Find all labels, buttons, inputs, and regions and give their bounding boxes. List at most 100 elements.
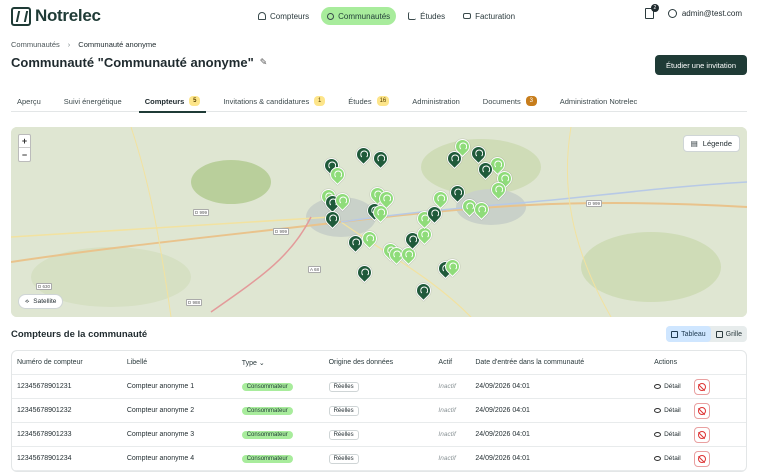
zoom-control: + − [18, 134, 31, 162]
detail-button[interactable]: Détail [654, 407, 681, 414]
active-status: Inactif [438, 407, 456, 414]
entry-date: 24/09/2026 04:01 [475, 407, 530, 414]
app-name: Notrelec [35, 6, 101, 25]
entry-date: 24/09/2026 04:01 [475, 431, 530, 438]
detail-label: Détail [664, 383, 681, 390]
remove-button[interactable] [693, 426, 710, 443]
zoom-in-button[interactable]: + [19, 135, 30, 148]
table-row: 12345678901233 Compteur anonyme 3 Consom… [12, 423, 746, 447]
tab-etudes[interactable]: Études 16 [342, 90, 395, 112]
meter-number: 12345678901233 [17, 431, 72, 438]
breadcrumb: Communautés › Communauté anonyme [11, 40, 156, 49]
user-menu[interactable]: admin@test.com [667, 9, 742, 18]
meter-label: Compteur anonyme 3 [126, 431, 195, 438]
tab-suivi-energetique[interactable]: Suivi énergétique [58, 90, 128, 112]
tab-badge: 1 [314, 96, 326, 106]
table-header-row: Numéro de compteur Libellé Type ⌄ Origin… [12, 351, 746, 375]
meter-label: Compteur anonyme 2 [126, 407, 195, 414]
main-nav: Compteurs Communautés Études Facturation [252, 7, 521, 25]
nav-label: Études [420, 11, 446, 21]
type-badge: Consommateur [241, 406, 293, 415]
user-icon [667, 9, 677, 18]
user-email: admin@test.com [681, 9, 742, 18]
detail-button[interactable]: Détail [654, 431, 681, 438]
column-header[interactable]: Libellé [127, 359, 242, 366]
view-table-label: Tableau [681, 330, 706, 338]
documents-icon[interactable]: 2 [644, 4, 659, 19]
active-status: Inactif [438, 383, 456, 390]
nav-label: Compteurs [270, 11, 310, 21]
ban-icon [697, 406, 706, 415]
type-badge: Consommateur [241, 454, 293, 463]
tab-invitations[interactable]: Invitations & candidatures 1 [217, 90, 331, 112]
nav-item-compteurs[interactable]: Compteurs [252, 7, 315, 25]
meter-number: 12345678901231 [17, 383, 72, 390]
type-badge: Consommateur [241, 382, 293, 391]
meter-number: 12345678901234 [17, 455, 72, 462]
nav-item-etudes[interactable]: Études [402, 7, 451, 25]
tab-documents[interactable]: Documents 3 [477, 90, 543, 112]
tab-badge: 5 [189, 96, 201, 106]
view-table-button[interactable]: Tableau [666, 326, 711, 342]
satellite-label: Satellite [33, 298, 57, 305]
legend-button[interactable]: ▤ Légende [682, 135, 740, 152]
breadcrumb-root[interactable]: Communautés [11, 40, 60, 49]
column-header[interactable]: Origine des données [329, 359, 439, 366]
row-actions: Détail [654, 402, 746, 419]
road-label: A 68 [308, 266, 322, 273]
column-header[interactable]: Actif [438, 359, 475, 366]
remove-button[interactable] [693, 402, 710, 419]
nav-item-facturation[interactable]: Facturation [457, 7, 521, 25]
remove-button[interactable] [693, 450, 710, 467]
tab-administration[interactable]: Administration [406, 90, 466, 112]
table-row: 12345678901232 Compteur anonyme 2 Consom… [12, 399, 746, 423]
column-header-type[interactable]: Type ⌄ [242, 359, 329, 367]
meter-type: Consommateur [241, 406, 329, 415]
remove-button[interactable] [693, 378, 710, 395]
column-header[interactable]: Numéro de compteur [12, 359, 127, 366]
view-grid-button[interactable]: Grille [711, 326, 747, 342]
edit-pencil-icon[interactable]: ✎ [260, 57, 268, 68]
nav-item-communautes[interactable]: Communautés [321, 7, 397, 25]
meter-label: Compteur anonyme 1 [126, 383, 195, 390]
meter-type: Consommateur [241, 430, 329, 439]
row-actions: Détail [654, 378, 746, 395]
breadcrumb-current: Communauté anonyme [78, 40, 157, 49]
title-row: Communauté "Communauté anonyme" ✎ [11, 55, 267, 70]
tab-label: Études [348, 96, 372, 106]
meters-map[interactable]: D 999 D 999 D 999 A 68 D 630 D 988 + − ▤… [11, 127, 747, 317]
legend-label: Légende [702, 139, 732, 148]
origin-tag: Réelles [328, 405, 359, 416]
study-invitation-button[interactable]: Étudier une invitation [654, 55, 747, 75]
tab-label: Administration Notrelec [559, 96, 638, 106]
chart-icon [408, 12, 417, 20]
logo-mark-icon [11, 6, 31, 26]
road-label: D 630 [36, 283, 53, 290]
detail-label: Détail [664, 455, 681, 462]
meter-type: Consommateur [241, 454, 329, 463]
page-title: Communauté "Communauté anonyme" [11, 55, 254, 70]
meters-table: Numéro de compteur Libellé Type ⌄ Origin… [11, 350, 747, 472]
detail-button[interactable]: Détail [654, 455, 681, 462]
entry-date: 24/09/2026 04:01 [475, 383, 530, 390]
table-row: 12345678901231 Compteur anonyme 1 Consom… [12, 375, 746, 399]
detail-button[interactable]: Détail [654, 383, 681, 390]
tab-apercu[interactable]: Aperçu [11, 90, 47, 112]
credit-card-icon [463, 13, 472, 19]
chevron-down-icon: ⌄ [258, 359, 265, 367]
tab-compteurs[interactable]: Compteurs 5 [138, 90, 207, 113]
detail-label: Détail [664, 431, 681, 438]
meters-section-title: Compteurs de la communauté [11, 329, 148, 340]
column-header[interactable]: Date d'entrée dans la communauté [475, 359, 654, 366]
breadcrumb-separator: › [67, 40, 71, 49]
tab-badge: 3 [525, 96, 537, 106]
view-toggle: Tableau Grille [666, 326, 747, 342]
eye-icon [654, 456, 662, 461]
zoom-out-button[interactable]: − [19, 148, 30, 161]
road-label: D 999 [586, 200, 603, 207]
app-logo[interactable]: Notrelec [11, 6, 101, 26]
satellite-button[interactable]: ⟡ Satellite [18, 294, 64, 309]
entry-date: 24/09/2026 04:01 [475, 455, 530, 462]
table-row: 12345678901234 Compteur anonyme 4 Consom… [12, 447, 746, 471]
tab-administration-notrelec[interactable]: Administration Notrelec [554, 90, 644, 112]
